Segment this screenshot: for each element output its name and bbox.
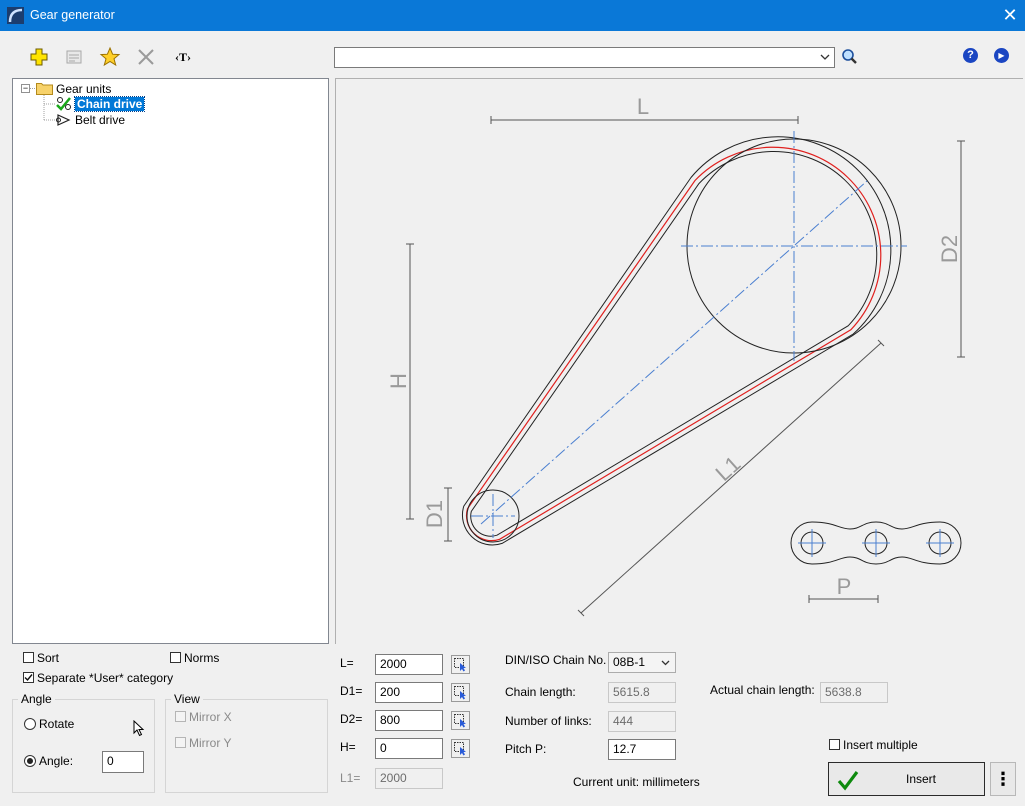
chain-length-field: 5615.8 [608,682,676,703]
add-icon[interactable] [28,46,50,68]
insert-button-label: Insert [906,772,937,786]
chain-no-select[interactable]: 08B-1 [608,652,676,673]
chain-no-label: DIN/ISO Chain No. [505,653,607,667]
checkmark-icon [837,771,859,791]
pick-point-icon [454,686,466,700]
help-icon[interactable]: ? [963,48,978,63]
folder-icon [36,83,53,95]
param-label-D2: D2= [340,712,363,726]
mirror-x-label: Mirror X [189,710,232,724]
param-input-L1: 2000 [375,768,443,789]
current-unit-text: Current unit: millimeters [573,775,700,789]
preview-canvas: L H D2 D1 L1 P [335,78,1023,644]
tree-item-belt-drive[interactable]: Belt drive [75,113,125,127]
pick-point-icon [454,742,466,756]
pick-D1-button[interactable] [451,683,470,702]
chain-link-centers [798,529,954,557]
properties-icon[interactable] [63,46,85,68]
app-icon [7,7,24,24]
dim-label-D1: D1 [422,500,447,528]
angle-input[interactable]: 0 [102,751,144,773]
insert-button[interactable]: Insert [828,762,985,796]
dim-label-P: P [837,574,852,599]
rotate-radio[interactable] [24,718,36,730]
angle-radio[interactable] [24,755,36,767]
delete-icon[interactable] [135,46,157,68]
sort-label: Sort [37,651,60,665]
pick-point-icon [454,658,466,672]
insert-multiple-label: Insert multiple [843,738,918,752]
search-icon[interactable] [840,47,859,66]
dim-label-D2: D2 [937,235,962,263]
pick-H-button[interactable] [451,739,470,758]
number-of-links-label: Number of links: [505,714,592,728]
dim-label-H: H [386,373,411,389]
angle-group [12,699,155,793]
chain-drive-drawing: L H D2 D1 L1 P [386,94,965,617]
mouse-cursor-icon [133,720,145,737]
angle-group-title: Angle [18,692,55,706]
mirror-x-checkbox[interactable] [175,711,186,722]
tree-expander-icon[interactable]: − [21,84,30,93]
close-icon[interactable]: ✕ [998,3,1022,27]
view-group-title: View [171,692,203,706]
param-label-L: L= [340,656,354,670]
param-label-D1: D1= [340,684,363,698]
actual-chain-length-label: Actual chain length: [710,683,815,697]
pick-point-icon [454,714,466,728]
favorite-star-icon[interactable] [99,46,121,68]
chain-drive-icon [56,97,71,111]
mirror-y-checkbox[interactable] [175,737,186,748]
number-of-links-field: 444 [608,711,676,732]
tree-root-label[interactable]: Gear units [56,82,111,96]
chain-length-label: Chain length: [505,685,576,699]
pick-L-button[interactable] [451,655,470,674]
chevron-down-icon[interactable] [819,51,831,63]
center-lines [471,131,907,538]
param-label-H: H= [340,740,356,754]
separate-user-category-checkbox[interactable] [23,672,34,683]
rotate-label: Rotate [39,717,75,731]
angle-label: Angle: [39,754,74,768]
pick-D2-button[interactable] [451,711,470,730]
sort-checkbox[interactable] [23,652,34,663]
more-options-button[interactable]: ⋮ [990,762,1016,796]
actual-chain-length-field: 5638.8 [820,682,888,703]
param-input-H[interactable]: 0 [375,738,443,759]
tree-item-chain-drive[interactable]: Chain drive [73,96,146,112]
norms-checkbox[interactable] [170,652,181,663]
param-label-L1: L1= [340,771,361,785]
param-input-D2[interactable]: 800 [375,710,443,731]
param-input-D1[interactable]: 200 [375,682,443,703]
chain-no-value: 08B-1 [613,655,646,669]
search-input[interactable] [334,47,835,68]
mirror-y-label: Mirror Y [189,736,232,750]
chevron-down-icon [661,660,670,666]
dim-label-L1: L1 [711,451,746,486]
window-title: Gear generator [30,8,115,22]
insert-multiple-checkbox[interactable] [829,739,840,750]
title-bar [0,0,1025,31]
text-icon[interactable]: ‹T› [171,46,195,68]
pitch-input[interactable]: 12.7 [608,739,676,760]
norms-label: Norms [184,651,220,665]
param-input-L[interactable]: 2000 [375,654,443,675]
belt-drive-icon [56,114,71,126]
pitch-label: Pitch P: [505,742,547,756]
checkmark-icon [24,674,33,682]
separate-user-category-label: Separate *User* category [37,671,174,685]
next-icon[interactable]: ▶ [994,48,1009,63]
gear-units-tree[interactable]: − Gear units Chain drive Belt drive [12,78,329,644]
dim-label-L: L [637,94,649,119]
